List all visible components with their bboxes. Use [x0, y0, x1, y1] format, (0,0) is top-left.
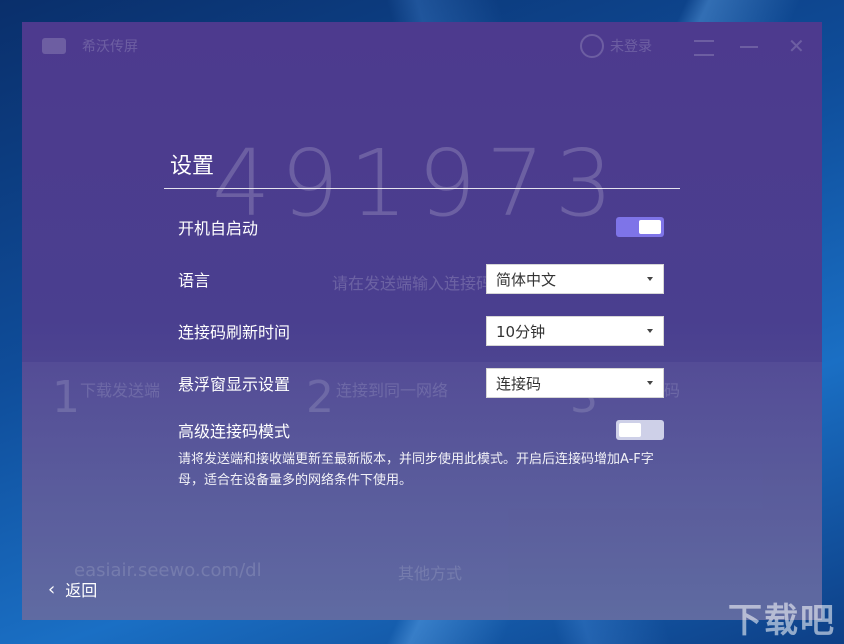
float-window-row: 悬浮窗显示设置 连接码: [178, 363, 664, 403]
toggle-knob: [619, 423, 641, 437]
float-window-select[interactable]: 连接码: [486, 368, 664, 398]
language-select[interactable]: 简体中文: [486, 264, 664, 294]
chevron-down-icon: [647, 381, 653, 385]
float-window-value: 连接码: [496, 374, 542, 393]
back-button[interactable]: ‹ 返回: [48, 577, 97, 601]
watermark-logo: 下载吧: [728, 601, 836, 641]
settings-overlay: 设置 开机自启动 语言 简体中文 连接码刷新时间 10分钟 悬浮窗显示设置 连接…: [22, 22, 822, 620]
float-window-label: 悬浮窗显示设置: [178, 375, 291, 394]
language-value: 简体中文: [496, 270, 557, 289]
language-row: 语言 简体中文: [178, 259, 664, 299]
chevron-down-icon: [647, 329, 653, 333]
autostart-toggle[interactable]: [616, 217, 664, 237]
refresh-time-row: 连接码刷新时间 10分钟: [178, 311, 664, 351]
refresh-time-select[interactable]: 10分钟: [486, 316, 664, 346]
advanced-mode-row: 高级连接码模式: [178, 415, 664, 445]
settings-title: 设置: [164, 148, 680, 189]
advanced-mode-label: 高级连接码模式: [178, 422, 291, 441]
autostart-label: 开机自启动: [178, 219, 259, 238]
refresh-time-value: 10分钟: [496, 322, 546, 341]
chevron-left-icon: ‹: [48, 578, 56, 600]
advanced-mode-toggle[interactable]: [616, 420, 664, 440]
settings-panel: 设置 开机自启动 语言 简体中文 连接码刷新时间 10分钟 悬浮窗显示设置 连接…: [164, 148, 680, 491]
toggle-knob: [639, 220, 661, 234]
chevron-down-icon: [647, 277, 653, 281]
autostart-row: 开机自启动: [178, 207, 664, 247]
back-label: 返回: [65, 581, 98, 600]
advanced-mode-note: 请将发送端和接收端更新至最新版本，并同步使用此模式。开启后连接码增加A-F字母，…: [178, 452, 654, 488]
app-window: 希沃传屏 未登录 ✕ 491973 请在发送端输入连接码 1 下载发送端 2 连…: [22, 22, 822, 620]
refresh-time-label: 连接码刷新时间: [178, 323, 291, 342]
language-label: 语言: [178, 271, 211, 290]
